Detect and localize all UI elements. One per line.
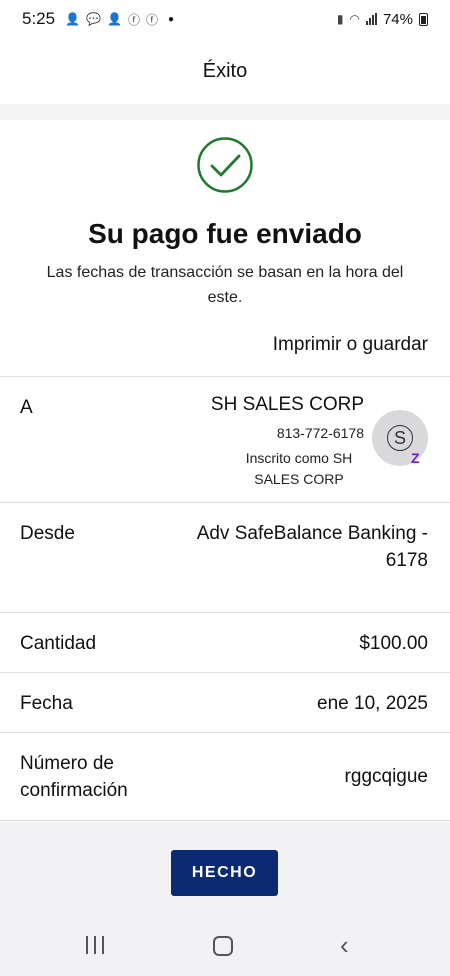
zelle-badge-icon: Z bbox=[411, 450, 420, 466]
confirmation-label: Número de confirmación bbox=[20, 753, 128, 801]
signal-icon bbox=[365, 13, 377, 25]
from-label: Desde bbox=[20, 523, 75, 544]
page-title: Éxito bbox=[202, 59, 248, 82]
amount-label: Cantidad bbox=[20, 633, 97, 654]
payee-enrolled-as: Inscrito como SH SALES CORP bbox=[245, 450, 353, 487]
recent-apps-icon[interactable] bbox=[86, 936, 104, 954]
from-account: Adv SafeBalance Banking - 6178 bbox=[196, 523, 428, 571]
system-nav-bar: ‹ bbox=[0, 916, 450, 976]
divider bbox=[0, 612, 450, 613]
done-button[interactable]: HECHO bbox=[171, 850, 278, 896]
date-value: ene 10, 2025 bbox=[317, 693, 428, 714]
divider bbox=[0, 820, 450, 821]
to-label: A bbox=[20, 397, 33, 418]
more-notifications-icon: ● bbox=[167, 13, 175, 25]
print-or-save-link[interactable]: Imprimir o guardar bbox=[273, 334, 428, 356]
chat-icon: 💬 bbox=[86, 12, 101, 26]
person-add-icon: 👤 bbox=[65, 12, 81, 26]
app-header: Éxito bbox=[0, 38, 450, 104]
divider bbox=[0, 732, 450, 733]
facebook-icon: ⓕ bbox=[145, 12, 158, 27]
success-title: Su pago fue enviado bbox=[88, 218, 362, 249]
battery-percent: 74% bbox=[382, 10, 413, 28]
button-area: HECHO bbox=[0, 822, 450, 916]
confirmation-number: rggcqigue bbox=[344, 766, 428, 787]
amount-value: $100.00 bbox=[359, 633, 428, 654]
divider bbox=[0, 502, 450, 503]
payee-phone: 813-772-6178 bbox=[276, 425, 364, 441]
battery-saver-icon: ▮ bbox=[336, 12, 344, 26]
status-time: 5:25 bbox=[22, 9, 56, 28]
person-add-icon: 👤 bbox=[107, 12, 122, 26]
header-spacer bbox=[0, 104, 450, 120]
divider bbox=[0, 672, 450, 673]
success-subtitle: Las fechas de transacción se basan en la… bbox=[46, 264, 404, 306]
confirmation-card: Su pago fue enviado Las fechas de transa… bbox=[0, 120, 450, 822]
date-label: Fecha bbox=[20, 693, 73, 714]
back-icon[interactable]: ‹ bbox=[340, 932, 349, 958]
home-icon[interactable] bbox=[213, 936, 233, 956]
status-bar: 5:25 👤 💬 👤 ⓕ ⓕ ● ▮ ◠ 74% bbox=[0, 0, 450, 38]
status-left: 5:25 👤 💬 👤 ⓕ ⓕ ● bbox=[22, 9, 174, 29]
status-right: ▮ ◠ 74% bbox=[337, 11, 428, 28]
payee-name: SH SALES CORP bbox=[210, 394, 364, 415]
avatar-letter: S bbox=[387, 425, 413, 451]
success-check-icon bbox=[197, 137, 253, 193]
divider bbox=[0, 376, 450, 377]
facebook-icon: ⓕ bbox=[127, 12, 140, 27]
battery-icon bbox=[419, 12, 428, 26]
wifi-icon: ◠ bbox=[349, 12, 360, 26]
